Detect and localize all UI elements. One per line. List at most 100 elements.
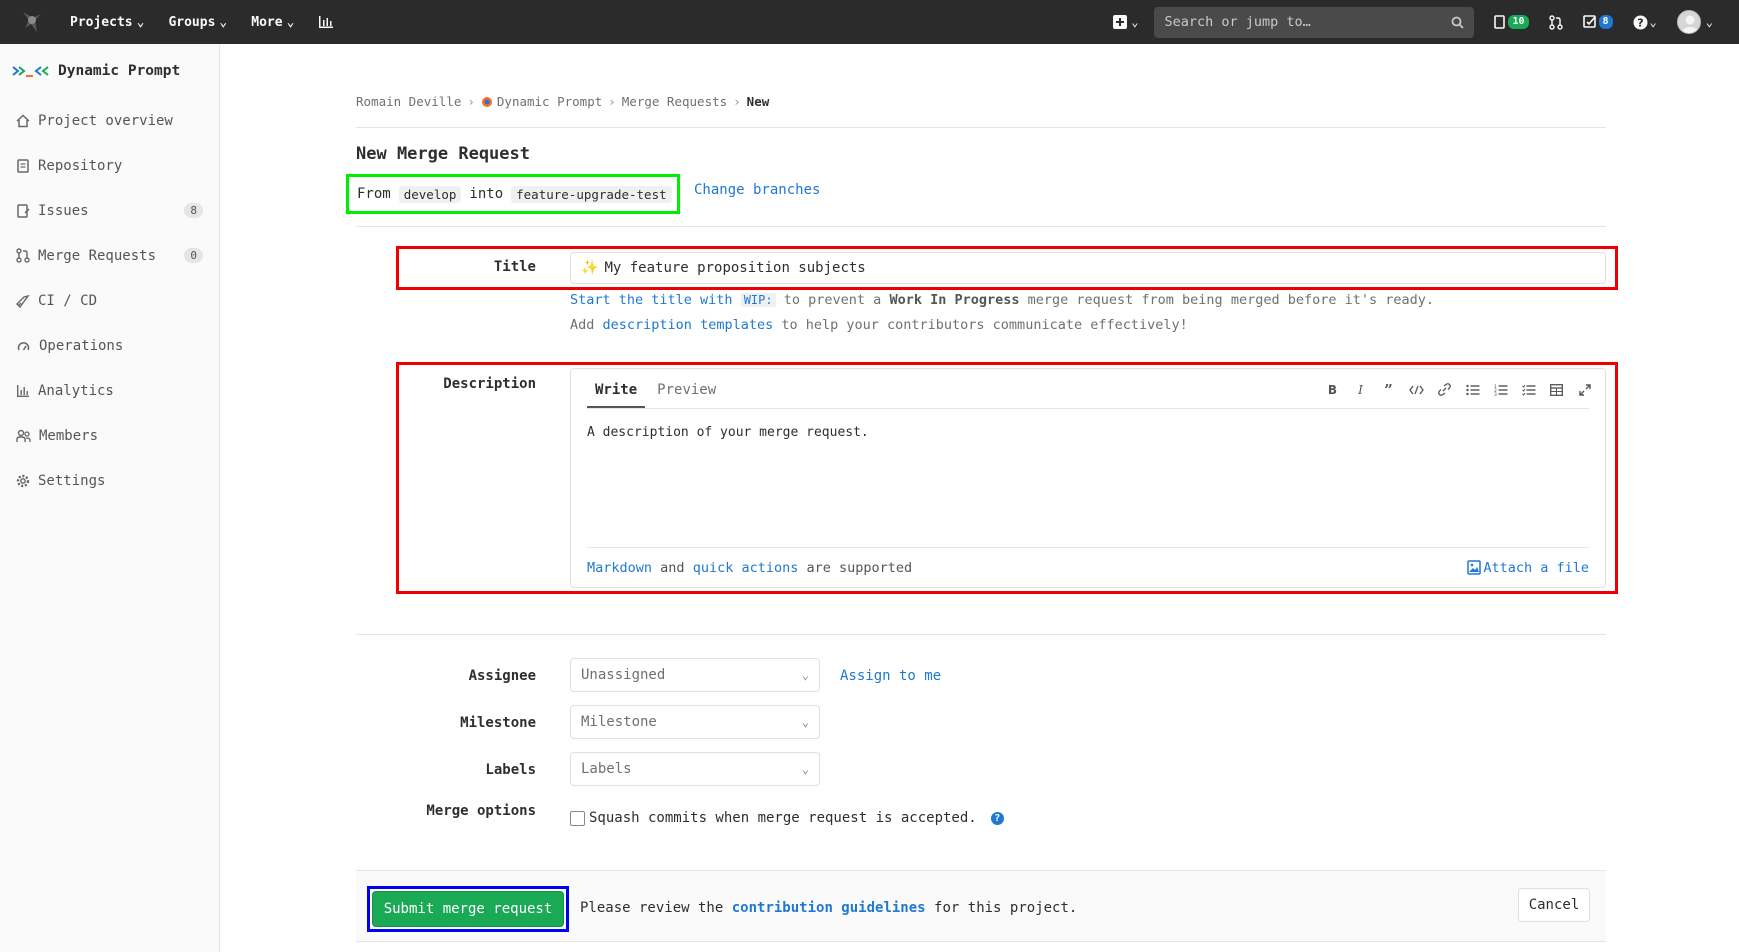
sidebar-item-issues[interactable]: Issues 8 — [0, 188, 219, 233]
table-icon[interactable] — [1548, 381, 1565, 398]
groups-label: Groups — [168, 14, 216, 30]
todos-count-badge: 8 — [1598, 15, 1613, 29]
sidebar-item-project-overview[interactable]: Project overview — [0, 98, 219, 143]
submit-merge-request-button[interactable]: Submit merge request — [372, 891, 564, 927]
top-navbar: Projects ⌄ Groups ⌄ More ⌄ ⌄ Search or jump… — [0, 0, 1739, 44]
markdown-link[interactable]: Markdown — [587, 560, 652, 576]
question-circle-icon[interactable]: ? — [990, 811, 1004, 825]
todo-check-icon — [1582, 15, 1596, 28]
code-icon[interactable] — [1408, 381, 1425, 398]
from-label: From — [357, 186, 391, 202]
description-templates-link[interactable]: description templates — [603, 317, 774, 333]
title-input[interactable]: ✨ My feature proposition subjects — [570, 252, 1606, 284]
rocket-icon — [16, 294, 30, 308]
numbered-list-icon[interactable]: 123 — [1492, 381, 1509, 398]
chevron-down-icon: ⌄ — [136, 14, 145, 30]
sidebar-item-ci-cd[interactable]: CI / CD — [0, 278, 219, 323]
merge-options-label: Merge options — [426, 803, 536, 819]
avatar — [1676, 10, 1701, 34]
chevron-down-icon: ⌄ — [1649, 15, 1657, 29]
home-icon — [16, 113, 30, 127]
description-textarea[interactable]: A description of your merge request. — [587, 425, 869, 440]
milestone-value: Milestone — [581, 714, 657, 730]
quote-icon[interactable]: ” — [1380, 381, 1397, 399]
divider — [356, 634, 1606, 635]
issues-count-badge: 8 — [184, 203, 203, 218]
assignee-select[interactable]: Unassigned ⌄ — [570, 658, 820, 692]
description-label: Description — [443, 376, 536, 392]
chevron-right-icon: › — [467, 94, 475, 109]
milestone-label: Milestone — [460, 715, 536, 731]
sidebar-item-repository[interactable]: Repository — [0, 143, 219, 188]
sidebar-item-operations[interactable]: Operations — [0, 323, 219, 368]
svg-text:?: ? — [1637, 16, 1643, 29]
chevron-down-icon: ⌄ — [801, 668, 809, 682]
breadcrumb: Romain Deville › Dynamic Prompt › Merge … — [356, 94, 1606, 128]
todos-nav-button[interactable]: 8 — [1582, 15, 1613, 29]
sidebar-project-header[interactable]: Dynamic Prompt — [0, 44, 219, 98]
assignee-value: Unassigned — [581, 667, 666, 683]
quick-actions-link[interactable]: quick actions — [693, 560, 799, 576]
task-list-icon[interactable] — [1520, 381, 1537, 398]
more-dropdown[interactable]: More ⌄ — [251, 15, 294, 30]
link-icon[interactable] — [1436, 381, 1453, 398]
help-mid: to prevent a — [783, 292, 882, 308]
sidebar-item-label: Analytics — [38, 382, 114, 399]
activity-chart-icon[interactable] — [318, 15, 334, 29]
attach-file-button[interactable]: Attach a file — [1467, 560, 1589, 576]
fullscreen-icon[interactable] — [1576, 381, 1593, 398]
title-label: Title — [493, 259, 536, 275]
sidebar-item-label: Operations — [39, 337, 124, 354]
sidebar-item-analytics[interactable]: Analytics — [0, 368, 219, 413]
chevron-down-icon: ⌄ — [219, 14, 228, 30]
svg-text:3: 3 — [1494, 392, 1497, 396]
sidebar-item-members[interactable]: Members — [0, 413, 219, 458]
italic-icon[interactable]: I — [1352, 381, 1369, 398]
projects-dropdown[interactable]: Projects ⌄ — [70, 15, 144, 30]
document-icon — [17, 158, 29, 173]
user-menu-dropdown[interactable]: ⌄ — [1676, 10, 1713, 34]
sidebar-item-settings[interactable]: Settings — [0, 458, 219, 503]
cloud-gauge-icon — [17, 341, 30, 350]
bullet-list-icon[interactable] — [1464, 381, 1481, 398]
labels-value: Labels — [581, 761, 632, 777]
gitlab-logo-icon[interactable] — [16, 7, 46, 37]
chevron-down-icon: ⌄ — [1131, 15, 1139, 29]
merge-requests-nav-button[interactable] — [1548, 14, 1563, 30]
sidebar-item-merge-requests[interactable]: Merge Requests 0 — [0, 233, 219, 278]
sidebar-item-label: CI / CD — [38, 292, 98, 309]
squash-checkbox[interactable] — [570, 810, 585, 826]
start-title-wip-link[interactable]: Start the title with WIP: — [570, 292, 776, 308]
assignee-label: Assignee — [468, 668, 536, 684]
help-end: merge request from being merged before i… — [1027, 292, 1435, 308]
new-item-dropdown[interactable]: ⌄ — [1113, 15, 1138, 29]
help-dropdown[interactable]: ? ⌄ — [1633, 15, 1657, 30]
milestone-select[interactable]: Milestone ⌄ — [570, 705, 820, 739]
issues-count-badge: 10 — [1508, 15, 1529, 29]
groups-dropdown[interactable]: Groups ⌄ — [168, 15, 227, 30]
source-branch: develop — [398, 185, 462, 203]
tab-write[interactable]: Write — [587, 382, 646, 408]
project-sidebar: Dynamic Prompt Project overview Reposito… — [0, 44, 220, 952]
chevron-down-icon: ⌄ — [1705, 15, 1713, 29]
issues-icon — [17, 203, 30, 218]
labels-select[interactable]: Labels ⌄ — [570, 752, 820, 786]
breadcrumb-user[interactable]: Romain Deville — [356, 94, 461, 109]
cancel-button[interactable]: Cancel — [1518, 888, 1590, 922]
bold-icon[interactable]: B — [1324, 381, 1341, 398]
merge-requests-count-badge: 0 — [184, 248, 203, 263]
wip-code: WIP: — [740, 293, 776, 307]
issues-nav-button[interactable]: 10 — [1494, 15, 1529, 29]
chevron-down-icon: ⌄ — [286, 14, 295, 30]
templates-help-text: Add description templates to help your c… — [570, 317, 1188, 333]
tab-preview[interactable]: Preview — [649, 382, 724, 408]
sparkles-icon: ✨ — [581, 260, 599, 276]
breadcrumb-project-label: Dynamic Prompt — [496, 94, 603, 109]
breadcrumb-section[interactable]: Merge Requests — [622, 94, 727, 109]
change-branches-link[interactable]: Change branches — [694, 182, 820, 198]
editor-footer: Markdown and quick actions are supported… — [587, 547, 1589, 587]
assign-to-me-link[interactable]: Assign to me — [840, 668, 941, 684]
help-icon: ? — [1633, 15, 1648, 29]
breadcrumb-project[interactable]: Dynamic Prompt — [481, 94, 602, 109]
search-input[interactable]: Search or jump to… — [1154, 6, 1475, 38]
